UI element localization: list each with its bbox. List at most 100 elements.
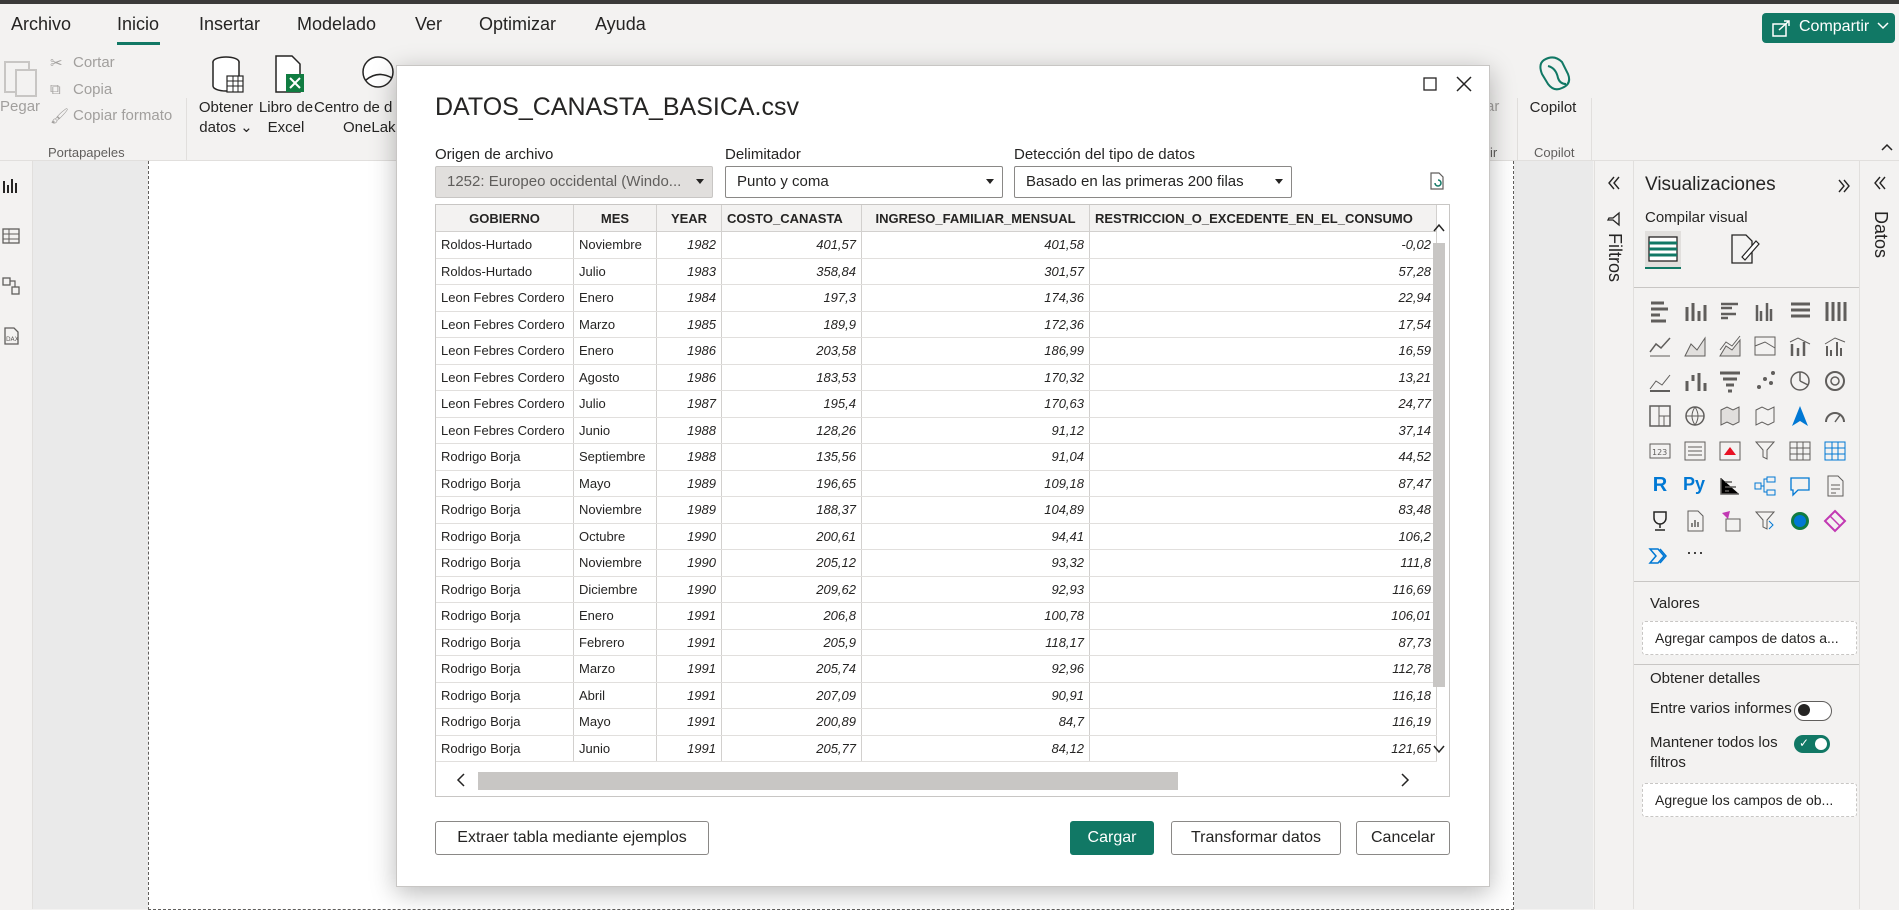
expand-data-icon[interactable] [1872,175,1888,196]
column-header[interactable]: GOBIERNO [436,205,574,232]
get-data-button[interactable]: Obtener datos ⌄ [196,98,256,138]
maximize-icon[interactable] [1419,73,1441,95]
area-chart-icon[interactable] [1683,334,1707,358]
menu-insertar[interactable]: Insertar [199,14,260,35]
column-header[interactable]: RESTRICCION_O_EXCEDENTE_EN_EL_CONSUMO [1089,205,1437,232]
menu-inicio[interactable]: Inicio [117,14,159,35]
ribbon-chart-icon[interactable] [1753,334,1777,358]
excel-button[interactable]: Libro de Excel [256,98,316,138]
vertical-scrollbar[interactable] [1429,221,1447,761]
filled-map-icon[interactable] [1718,404,1742,428]
key-influencers-icon[interactable] [1718,474,1742,498]
smart-narrative-icon[interactable] [1823,474,1847,498]
refresh-preview-icon[interactable] [1427,171,1447,196]
pie-chart-icon[interactable] [1788,369,1812,393]
model-view-icon[interactable] [2,277,20,295]
data-label[interactable]: Datos [1870,211,1891,258]
stacked-bar-chart-icon[interactable] [1648,299,1672,323]
100-stacked-bar-chart-icon[interactable] [1788,299,1812,323]
share-button[interactable]: Compartir [1762,13,1895,43]
slicer-icon[interactable] [1753,439,1777,463]
menu-modelado[interactable]: Modelado [297,14,376,35]
scroll-down-icon[interactable] [1432,742,1446,761]
transform-data-button[interactable]: Transformar datos [1171,821,1341,855]
100-stacked-column-chart-icon[interactable] [1823,299,1847,323]
keep-filters-toggle[interactable]: ✓ [1794,735,1830,753]
waterfall-chart-icon[interactable] [1648,369,1672,393]
power-automate-icon[interactable] [1753,509,1777,533]
delimiter-dropdown[interactable]: Punto y coma [725,166,1003,198]
table-visual-icon[interactable] [1788,439,1812,463]
report-view-icon[interactable] [2,177,20,195]
column-waterfall-icon[interactable] [1683,369,1707,393]
paginated-report-icon[interactable] [1683,509,1707,533]
clustered-bar-chart-icon[interactable] [1718,299,1742,323]
multi-row-card-icon[interactable] [1683,439,1707,463]
drillthrough-drop-well[interactable]: Agregue los campos de ob... [1642,783,1857,817]
vertical-scroll-thumb[interactable] [1433,243,1445,687]
goals-icon[interactable] [1648,509,1672,533]
filters-label[interactable]: Filtros [1604,233,1625,282]
copilot-button[interactable]: Copilot [1528,98,1578,118]
close-icon[interactable] [1453,73,1475,95]
file-origin-dropdown[interactable]: 1252: Europeo occidental (Windo... [435,166,713,198]
column-header[interactable]: COSTO_CANASTA [721,205,862,232]
card-icon[interactable]: 123 [1648,439,1672,463]
stacked-area-chart-icon[interactable] [1718,334,1742,358]
python-visual-icon[interactable]: Py [1683,474,1707,498]
menu-optimizar[interactable]: Optimizar [479,14,556,35]
shape-map-icon[interactable] [1753,404,1777,428]
collapse-pane-icon[interactable] [1836,178,1852,199]
build-visual-tab[interactable] [1645,231,1681,269]
scroll-left-icon[interactable] [454,772,468,793]
copy-button[interactable]: Copia [73,81,112,98]
power-automate-flow-icon[interactable] [1648,544,1672,568]
values-drop-well[interactable]: Agregar campos de datos a... [1642,621,1857,655]
dax-query-view-icon[interactable]: DAX [2,327,20,345]
horizontal-scroll-thumb[interactable] [478,772,1178,790]
cut-button[interactable]: Cortar [73,54,115,71]
map-icon[interactable] [1683,404,1707,428]
decomposition-tree-icon[interactable] [1753,474,1777,498]
column-header[interactable]: INGRESO_FAMILIAR_MENSUAL [861,205,1090,232]
horizontal-scrollbar[interactable] [436,762,1429,795]
cancel-button[interactable]: Cancelar [1356,821,1450,855]
copy-format-button[interactable]: Copiar formato [73,107,172,124]
clustered-column-chart-icon[interactable] [1753,299,1777,323]
paste-button[interactable]: Pegar [0,98,40,115]
format-visual-icon[interactable] [1728,233,1760,270]
donut-chart-icon[interactable] [1823,369,1847,393]
qna-icon[interactable] [1788,474,1812,498]
line-and-clustered-column-chart-icon[interactable] [1823,334,1847,358]
gauge-icon[interactable] [1823,404,1847,428]
onelake-button[interactable]: Centro de d OneLake [314,98,404,138]
menu-ver[interactable]: Ver [415,14,442,35]
more-visuals-icon[interactable]: ··· [1683,543,1707,568]
load-button[interactable]: Cargar [1070,821,1154,855]
scroll-right-icon[interactable] [1398,772,1412,793]
kpi-icon[interactable] [1718,439,1742,463]
azure-map-icon[interactable] [1788,404,1812,428]
r-visual-icon[interactable]: R [1648,474,1672,498]
power-apps-icon[interactable] [1718,509,1742,533]
scatter-chart-icon[interactable] [1753,369,1777,393]
stacked-column-chart-icon[interactable] [1683,299,1707,323]
column-header[interactable]: MES [573,205,657,232]
column-header[interactable]: YEAR [656,205,722,232]
extract-table-button[interactable]: Extraer tabla mediante ejemplos [435,821,709,855]
scroll-up-icon[interactable] [1432,221,1446,240]
menu-ayuda[interactable]: Ayuda [595,14,646,35]
custom-visual-icon[interactable] [1823,509,1847,533]
type-detection-dropdown[interactable]: Basado en las primeras 200 filas [1014,166,1292,198]
line-chart-icon[interactable] [1648,334,1672,358]
arcgis-map-icon[interactable] [1788,509,1812,533]
matrix-icon[interactable] [1823,439,1847,463]
expand-filters-icon[interactable] [1606,175,1622,196]
line-and-column-chart-icon[interactable] [1788,334,1812,358]
menu-archivo[interactable]: Archivo [11,14,71,35]
treemap-icon[interactable] [1648,404,1672,428]
funnel-chart-icon[interactable] [1718,369,1742,393]
cross-report-toggle[interactable] [1794,701,1832,721]
table-view-icon[interactable] [2,227,20,245]
chevron-up-icon[interactable] [1880,140,1894,159]
